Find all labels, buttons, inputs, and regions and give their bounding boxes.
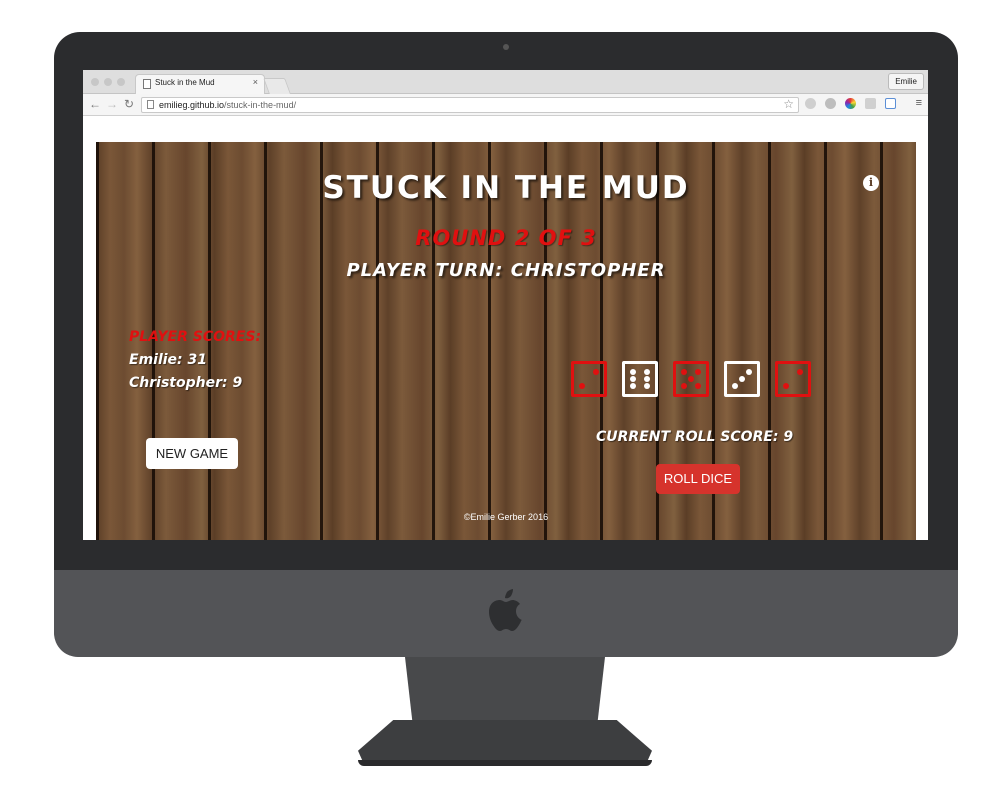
page-icon: [143, 79, 151, 89]
die-pip: [732, 383, 738, 389]
new-game-button[interactable]: NEW GAME: [146, 438, 238, 469]
die[interactable]: [571, 361, 607, 397]
die[interactable]: [775, 361, 811, 397]
reload-icon[interactable]: ↻: [124, 97, 134, 111]
footer-copyright: ©Emilie Gerber 2016: [463, 512, 549, 522]
browser-tab[interactable]: Stuck in the Mud ×: [135, 74, 265, 94]
browser-window: Stuck in the Mud × Emilie ← → ↻ emilieg.…: [83, 70, 928, 540]
die-pip: [695, 369, 701, 375]
extension-screenshot-icon[interactable]: [885, 98, 896, 109]
die-pip: [644, 369, 650, 375]
roll-dice-button[interactable]: ROLL DICE: [656, 464, 740, 494]
forward-arrow-icon[interactable]: →: [106, 97, 118, 111]
address-bar[interactable]: emilieg.github.io/stuck-in-the-mud/ ☆: [141, 97, 799, 113]
die-pip: [797, 369, 803, 375]
profile-button[interactable]: Emilie: [888, 73, 924, 90]
die-pip: [630, 383, 636, 389]
die-pip: [630, 369, 636, 375]
url-path: /stuck-in-the-mud/: [224, 100, 297, 110]
die-pip: [688, 376, 694, 382]
player-score: Emilie: 31: [129, 352, 207, 368]
imac-stand-neck: [405, 657, 605, 727]
back-arrow-icon[interactable]: ←: [89, 97, 101, 111]
camera: [503, 44, 509, 50]
maximize-window-button[interactable]: [117, 78, 125, 86]
info-icon[interactable]: i: [863, 175, 879, 191]
imac-stand-foot: [358, 720, 652, 764]
die-pip: [630, 376, 636, 382]
new-tab-button[interactable]: [263, 78, 291, 94]
current-roll-score: Current Roll Score: 9: [596, 429, 794, 445]
die[interactable]: [724, 361, 760, 397]
extension-grid-icon[interactable]: [865, 98, 876, 109]
url-text: emilieg.github.io/stuck-in-the-mud/: [159, 100, 296, 110]
round-indicator: Round 2 of 3: [415, 226, 597, 250]
minimize-window-button[interactable]: [104, 78, 112, 86]
player-turn: Player Turn: Christopher: [346, 260, 666, 281]
url-host: emilieg.github.io: [159, 100, 225, 110]
die-pip: [644, 383, 650, 389]
close-window-button[interactable]: [91, 78, 99, 86]
page-title: Stuck in the Mud: [322, 170, 690, 206]
die-pip: [746, 369, 752, 375]
extension-sync-icon[interactable]: [805, 98, 816, 109]
browser-toolbar: ← → ↻ emilieg.github.io/stuck-in-the-mud…: [83, 94, 928, 116]
color-picker-extension-icon[interactable]: [845, 98, 856, 109]
die-pip: [681, 383, 687, 389]
die-pip: [739, 376, 745, 382]
tab-bar: Stuck in the Mud × Emilie: [83, 70, 928, 94]
die[interactable]: [673, 361, 709, 397]
player-score: Christopher: 9: [129, 375, 243, 391]
apple-logo-icon: [489, 589, 522, 631]
imac-mockup: Stuck in the Mud × Emilie ← → ↻ emilieg.…: [0, 0, 1000, 805]
bookmark-star-icon[interactable]: ☆: [783, 97, 794, 111]
game-board: Stuck in the Mud i Round 2 of 3 Player T…: [96, 142, 916, 540]
die-pip: [695, 383, 701, 389]
imac-stand-edge: [358, 760, 652, 766]
die[interactable]: [622, 361, 658, 397]
die-pip: [579, 383, 585, 389]
die-pip: [783, 383, 789, 389]
page-info-icon[interactable]: [147, 100, 154, 109]
tab-close-icon[interactable]: ×: [253, 77, 258, 87]
menu-icon[interactable]: ≡: [916, 97, 922, 109]
die-pip: [681, 369, 687, 375]
die-pip: [644, 376, 650, 382]
dice-row: [571, 361, 816, 397]
extension-m-icon[interactable]: [825, 98, 836, 109]
die-pip: [593, 369, 599, 375]
scores-heading: Player Scores:: [129, 329, 262, 345]
tab-title: Stuck in the Mud: [155, 78, 215, 87]
